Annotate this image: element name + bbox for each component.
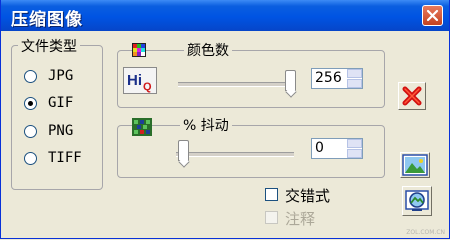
compress-image-dialog: 压缩图像 文件类型 JPG GIF PNG TIFF 颜色数 256 Hi Q … [0,0,450,239]
interlace-checkbox-box[interactable] [265,188,278,201]
dither-spin-buttons[interactable] [347,139,362,158]
interlace-label: 交错式 [285,187,331,205]
hi-quality-icon: Hi Q [123,67,157,94]
radio-tiff[interactable]: TIFF [24,150,104,168]
comment-label: 注释 [285,210,316,228]
comment-checkbox-box[interactable] [265,211,278,224]
colors-label: 颜色数 [184,40,232,60]
watermark: ZOL.COM.CN [406,229,445,236]
radio-jpg[interactable]: JPG [24,68,104,86]
dither-slider-track[interactable] [176,152,294,157]
compress-preview-button[interactable] [402,186,432,216]
colors-spin-buttons[interactable] [347,69,362,88]
colors-value[interactable]: 256 [315,70,342,86]
radio-png-label: PNG [48,123,74,139]
radio-tiff-circle[interactable] [24,152,37,165]
colors-group: 颜色数 256 [117,40,385,108]
close-button[interactable] [422,5,443,26]
landscape-picture-icon [402,154,428,176]
radio-selected-dot [28,101,33,106]
radio-jpg-circle[interactable] [24,70,37,83]
cancel-button[interactable] [398,82,426,110]
svg-text:Hi: Hi [127,72,142,89]
svg-text:Q: Q [143,81,152,93]
colors-spin-down[interactable] [347,79,362,88]
dither-label: % 抖动 [180,115,232,135]
title-bar[interactable]: 压缩图像 [1,0,449,31]
radio-jpg-label: JPG [48,68,74,84]
window-title: 压缩图像 [11,10,83,30]
dither-spinbox[interactable]: 0 [311,138,363,159]
radio-gif-circle[interactable] [24,97,37,110]
file-type-group: 文件类型 JPG GIF PNG TIFF [11,36,104,190]
dither-spin-down[interactable] [347,149,362,158]
file-type-label: 文件类型 [18,36,80,56]
preview-button[interactable] [400,152,430,178]
dither-icon [131,116,153,138]
dither-group: % 抖动 0 [117,115,385,178]
red-x-icon [402,86,422,106]
radio-gif-label: GIF [48,95,74,111]
radio-tiff-label: TIFF [48,150,82,166]
colors-spin-up[interactable] [347,69,362,78]
radio-png[interactable]: PNG [24,123,104,141]
dither-slider-thumb[interactable] [178,140,189,161]
picture-magnifier-icon [405,190,429,211]
colors-slider-track[interactable] [178,82,296,87]
dither-value[interactable]: 0 [315,140,324,156]
radio-gif[interactable]: GIF [24,95,104,113]
colors-spinbox[interactable]: 256 [311,68,363,89]
colors-slider-thumb[interactable] [285,70,296,91]
close-icon [426,9,439,22]
radio-png-circle[interactable] [24,125,37,138]
color-palette-icon [132,42,146,57]
dither-spin-up[interactable] [347,139,362,148]
